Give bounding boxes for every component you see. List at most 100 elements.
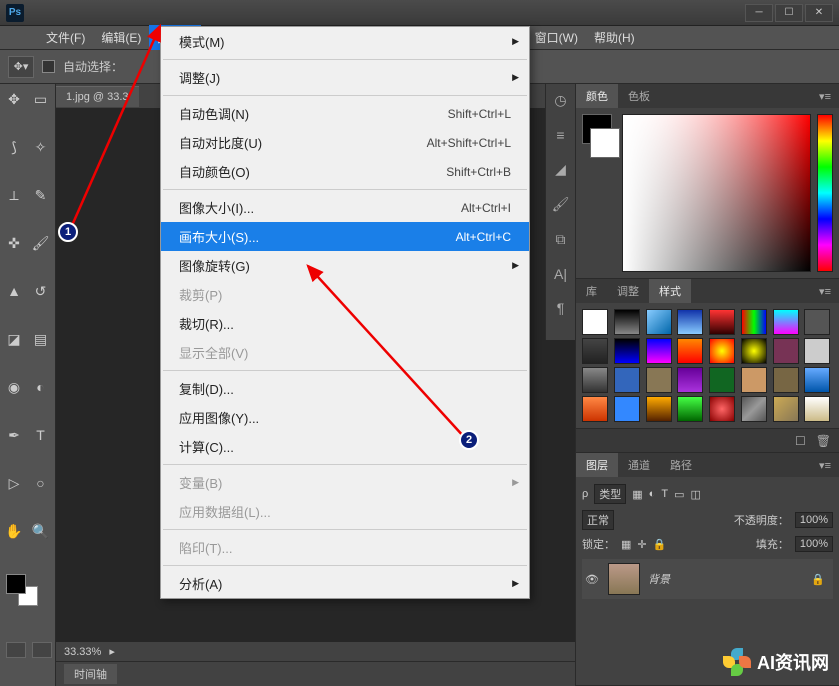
style-swatch[interactable] bbox=[646, 367, 672, 393]
quickmask-icon[interactable] bbox=[6, 642, 26, 658]
character-icon[interactable]: A| bbox=[554, 266, 567, 282]
lasso-tool-icon[interactable]: ⟆ bbox=[2, 136, 26, 158]
color-swatches[interactable] bbox=[6, 574, 38, 606]
zoom-value[interactable]: 33.33% bbox=[64, 646, 101, 658]
blend-mode-select[interactable]: 正常 bbox=[582, 510, 614, 530]
minimize-button[interactable]: ─ bbox=[745, 4, 773, 22]
doc-info-icon[interactable]: ▸ bbox=[109, 645, 115, 658]
blur-tool-icon[interactable]: ◉ bbox=[2, 376, 26, 398]
zoom-tool-icon[interactable]: 🔍 bbox=[29, 520, 53, 542]
menu-item[interactable]: 裁切(R)... bbox=[161, 309, 529, 338]
layer-filter-kind[interactable]: 类型 bbox=[594, 484, 626, 504]
screenmode-icon[interactable] bbox=[32, 642, 52, 658]
tab-paths[interactable]: 路径 bbox=[660, 453, 702, 477]
style-swatch[interactable] bbox=[773, 338, 799, 364]
style-swatch[interactable] bbox=[646, 396, 672, 422]
paragraph-icon[interactable]: ¶ bbox=[557, 300, 565, 316]
tab-adjustments[interactable]: 调整 bbox=[607, 279, 649, 303]
style-swatch[interactable] bbox=[582, 367, 608, 393]
close-button[interactable]: ✕ bbox=[805, 4, 833, 22]
stamp-tool-icon[interactable]: ▲ bbox=[2, 280, 26, 302]
style-swatch[interactable] bbox=[614, 338, 640, 364]
style-swatch[interactable] bbox=[773, 309, 799, 335]
history-icon[interactable]: ◷ bbox=[554, 92, 566, 109]
menu-10[interactable]: 帮助(H) bbox=[586, 25, 643, 50]
style-swatch[interactable] bbox=[614, 309, 640, 335]
style-swatch[interactable] bbox=[741, 309, 767, 335]
color-field[interactable] bbox=[622, 114, 811, 272]
filter-smart-icon[interactable]: ◫ bbox=[690, 488, 700, 501]
menu-item[interactable]: 调整(J) bbox=[161, 63, 529, 92]
visibility-icon[interactable]: 👁 bbox=[584, 573, 600, 586]
hue-slider[interactable] bbox=[817, 114, 833, 272]
style-swatch[interactable] bbox=[709, 396, 735, 422]
brush-tool-icon[interactable]: 🖌 bbox=[29, 232, 53, 254]
tab-channels[interactable]: 通道 bbox=[618, 453, 660, 477]
tab-swatches[interactable]: 色板 bbox=[618, 84, 660, 108]
style-swatch[interactable] bbox=[614, 396, 640, 422]
brush-settings-icon[interactable]: ◢ bbox=[555, 161, 566, 178]
artboard-tool-icon[interactable]: ▭ bbox=[29, 88, 53, 110]
style-swatch[interactable] bbox=[804, 338, 830, 364]
shape-tool-icon[interactable]: ○ bbox=[29, 472, 53, 494]
style-swatch[interactable] bbox=[677, 309, 703, 335]
type-tool-icon[interactable]: T bbox=[29, 424, 53, 446]
pen-tool-icon[interactable]: ✒ bbox=[2, 424, 26, 446]
lock-pixels-icon[interactable]: ▦ bbox=[621, 538, 631, 551]
menu-item[interactable]: 自动色调(N)Shift+Ctrl+L bbox=[161, 99, 529, 128]
opacity-value[interactable]: 100% bbox=[795, 512, 833, 528]
layer-name[interactable]: 背景 bbox=[648, 571, 670, 587]
brushes-icon[interactable]: 🖌 bbox=[552, 196, 570, 213]
filter-type-icon[interactable]: T bbox=[661, 488, 668, 500]
layer-row[interactable]: 👁 背景 🔒 bbox=[582, 559, 833, 599]
style-swatch[interactable] bbox=[804, 309, 830, 335]
filter-pixel-icon[interactable]: ▦ bbox=[632, 488, 642, 501]
menu-item[interactable]: 自动对比度(U)Alt+Shift+Ctrl+L bbox=[161, 128, 529, 157]
style-swatch[interactable] bbox=[709, 367, 735, 393]
style-swatch[interactable] bbox=[677, 338, 703, 364]
style-swatch[interactable] bbox=[677, 367, 703, 393]
move-tool-preset-icon[interactable]: ✥▾ bbox=[8, 56, 34, 78]
new-style-icon[interactable]: ☐ bbox=[795, 434, 806, 448]
menu-item[interactable]: 画布大小(S)...Alt+Ctrl+C bbox=[161, 222, 529, 251]
bg-color-preview[interactable] bbox=[590, 128, 620, 158]
style-swatch[interactable] bbox=[709, 309, 735, 335]
style-swatch[interactable] bbox=[741, 338, 767, 364]
style-swatch[interactable] bbox=[709, 338, 735, 364]
style-swatch[interactable] bbox=[582, 309, 608, 335]
menu-item[interactable]: 模式(M) bbox=[161, 27, 529, 56]
panel-menu-icon[interactable]: ▾≡ bbox=[811, 285, 839, 298]
document-tab[interactable]: 1.jpg @ 33.3 bbox=[56, 86, 139, 107]
menu-item[interactable]: 图像旋转(G) bbox=[161, 251, 529, 280]
style-swatch[interactable] bbox=[582, 396, 608, 422]
auto-select-checkbox[interactable] bbox=[42, 60, 55, 73]
magic-wand-tool-icon[interactable]: ✧ bbox=[29, 136, 53, 158]
style-swatch[interactable] bbox=[614, 367, 640, 393]
tab-styles[interactable]: 样式 bbox=[649, 279, 691, 303]
style-swatch[interactable] bbox=[646, 338, 672, 364]
fill-value[interactable]: 100% bbox=[795, 536, 833, 552]
filter-shape-icon[interactable]: ▭ bbox=[674, 488, 684, 501]
lock-all-icon[interactable]: 🔒 bbox=[653, 538, 667, 551]
tab-layers[interactable]: 图层 bbox=[576, 453, 618, 477]
eyedropper-tool-icon[interactable]: ✎ bbox=[29, 184, 53, 206]
panel-menu-icon[interactable]: ▾≡ bbox=[811, 90, 839, 103]
gradient-tool-icon[interactable]: ▤ bbox=[29, 328, 53, 350]
menu-1[interactable]: 编辑(E) bbox=[93, 25, 149, 50]
panel-menu-icon[interactable]: ▾≡ bbox=[811, 459, 839, 472]
layer-thumbnail[interactable] bbox=[608, 563, 640, 595]
filter-adjust-icon[interactable]: ◐ bbox=[649, 488, 656, 500]
menu-item[interactable]: 图像大小(I)...Alt+Ctrl+I bbox=[161, 193, 529, 222]
delete-style-icon[interactable]: 🗑 bbox=[816, 434, 831, 448]
style-swatch[interactable] bbox=[773, 367, 799, 393]
menu-item[interactable]: 分析(A) bbox=[161, 569, 529, 598]
healing-tool-icon[interactable]: ✜ bbox=[2, 232, 26, 254]
history-brush-tool-icon[interactable]: ↺ bbox=[29, 280, 53, 302]
style-swatch[interactable] bbox=[582, 338, 608, 364]
menu-item[interactable]: 自动颜色(O)Shift+Ctrl+B bbox=[161, 157, 529, 186]
style-swatch[interactable] bbox=[741, 396, 767, 422]
dodge-tool-icon[interactable]: ◐ bbox=[29, 376, 53, 398]
eraser-tool-icon[interactable]: ◪ bbox=[2, 328, 26, 350]
style-swatch[interactable] bbox=[804, 396, 830, 422]
style-swatch[interactable] bbox=[677, 396, 703, 422]
